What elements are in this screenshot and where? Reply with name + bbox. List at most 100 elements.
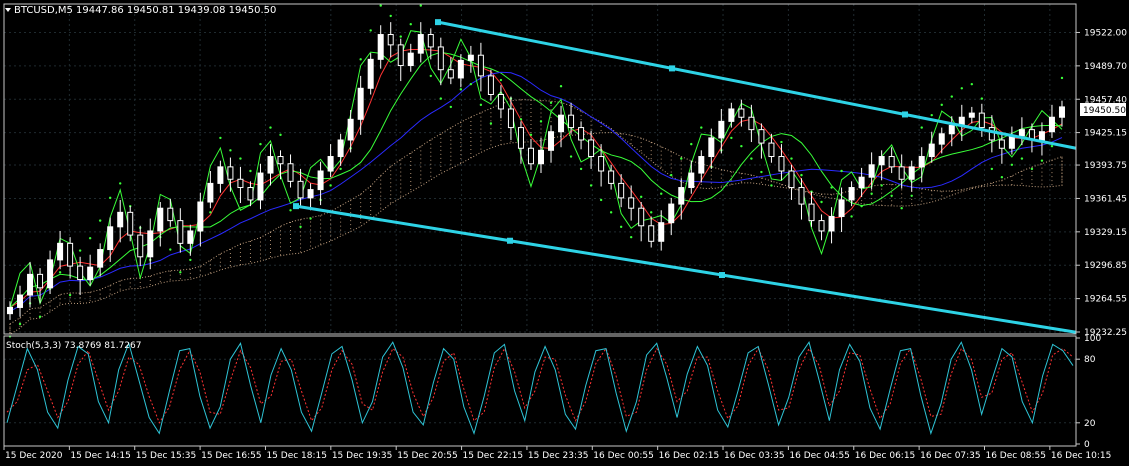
psar-dot — [1020, 157, 1024, 160]
bull-candle — [838, 199, 845, 217]
price-tick-label: 19361.45 — [1084, 194, 1127, 204]
psar-dot — [700, 126, 703, 129]
psar-dot — [740, 144, 743, 148]
stoch-level-label: 0 — [1084, 440, 1090, 450]
psar-dot — [910, 194, 913, 198]
bull-candle — [7, 306, 13, 315]
bull-candle — [337, 139, 344, 158]
psar-dot — [730, 136, 733, 140]
psar-dot — [589, 184, 593, 187]
psar-dot — [289, 209, 292, 212]
stoch-label: Stoch(5,3,3) 73.8769 81.7267 — [6, 341, 141, 351]
bear-candle — [507, 108, 514, 129]
bull-candle — [417, 34, 424, 54]
bull-candle — [1018, 129, 1025, 137]
bear-candle — [137, 234, 144, 258]
psar-dot — [38, 315, 42, 318]
psar-dot — [469, 82, 473, 86]
bear-candle — [618, 182, 625, 199]
bear-candle — [517, 127, 524, 149]
bear-candle — [798, 187, 805, 205]
bull-candle — [1008, 135, 1015, 149]
psar-dot — [900, 207, 903, 210]
psar-dot — [269, 126, 272, 129]
psar-dot — [760, 170, 763, 174]
dropdown-triangle-icon[interactable] — [5, 8, 11, 12]
bull-candle — [928, 143, 935, 158]
psar-dot — [419, 4, 422, 7]
bull-candle — [1038, 131, 1045, 141]
bear-candle — [447, 69, 454, 79]
bull-candle — [347, 118, 354, 141]
bull-candle — [107, 226, 114, 251]
time-tick-label: 15 Dec 18:15 — [266, 451, 327, 461]
time-tick-label: 16 Dec 07:35 — [920, 451, 981, 461]
bear-candle — [67, 242, 74, 267]
bull-candle — [217, 166, 224, 184]
stoch-pane-border — [3, 335, 1077, 447]
psar-dot — [920, 126, 923, 129]
channel-anchor-point — [293, 203, 299, 210]
channel-anchor-point — [719, 272, 725, 279]
psar-dot — [690, 142, 693, 146]
psar-dot — [830, 186, 833, 189]
bull-candle — [858, 176, 865, 189]
bear-candle — [427, 34, 434, 48]
psar-dot — [870, 192, 873, 195]
bear-candle — [748, 116, 755, 131]
bull-candle — [908, 166, 915, 180]
bull-candle — [658, 222, 665, 242]
psar-dot — [409, 23, 412, 26]
bear-candle — [247, 187, 254, 201]
psar-dot — [1010, 163, 1014, 166]
bull-candle — [698, 156, 705, 174]
bear-candle — [397, 44, 404, 67]
time-tick-label: 15 Dec 2020 — [5, 451, 63, 461]
bear-candle — [527, 147, 534, 165]
bull-candle — [538, 149, 544, 165]
bear-candle — [768, 142, 775, 158]
bull-candle — [938, 133, 945, 145]
psar-dot — [88, 236, 92, 240]
bear-candle — [988, 127, 995, 141]
bull-candle — [327, 156, 334, 172]
symbol-title: BTCUSD,M5 — [14, 5, 73, 16]
bull-candle — [147, 230, 154, 258]
bull-candle — [968, 112, 975, 118]
psar-dot — [179, 271, 182, 274]
bear-candle — [808, 203, 815, 222]
psar-dot — [439, 97, 443, 100]
bull-candle — [728, 108, 735, 122]
bear-candle — [888, 156, 895, 168]
bull-candle — [457, 59, 464, 79]
time-tick-label: 16 Dec 02:15 — [659, 451, 720, 461]
time-tick-label: 15 Dec 16:55 — [201, 451, 262, 461]
bull-candle — [317, 170, 324, 191]
psar-dot — [449, 105, 453, 109]
psar-dot — [930, 113, 933, 117]
bear-candle — [387, 34, 394, 46]
psar-dot — [980, 97, 984, 100]
psar-dot — [800, 173, 803, 177]
bear-candle — [998, 139, 1005, 149]
bull-candle — [558, 114, 565, 133]
psar-dot — [609, 211, 613, 214]
psar-dot — [58, 271, 62, 274]
ma-blue-line — [9, 71, 1063, 313]
bear-candle — [287, 163, 294, 182]
bull-candle — [948, 125, 955, 135]
time-tick-label: 16 Dec 00:55 — [593, 451, 654, 461]
bear-candle — [578, 127, 585, 141]
bull-candle — [267, 156, 274, 174]
bear-candle — [818, 220, 825, 232]
bull-candle — [357, 87, 364, 120]
channel-anchor-point — [507, 237, 513, 244]
psar-dot — [820, 200, 823, 204]
bear-candle — [638, 207, 645, 227]
bear-candle — [487, 75, 494, 95]
price-tick-label: 19296.85 — [1084, 261, 1127, 271]
bear-candle — [127, 211, 134, 236]
bear-candle — [237, 178, 244, 189]
chart-canvas[interactable]: 19522.0019489.7019457.4019425.1519393.75… — [0, 0, 1129, 466]
psar-dot — [429, 74, 432, 78]
